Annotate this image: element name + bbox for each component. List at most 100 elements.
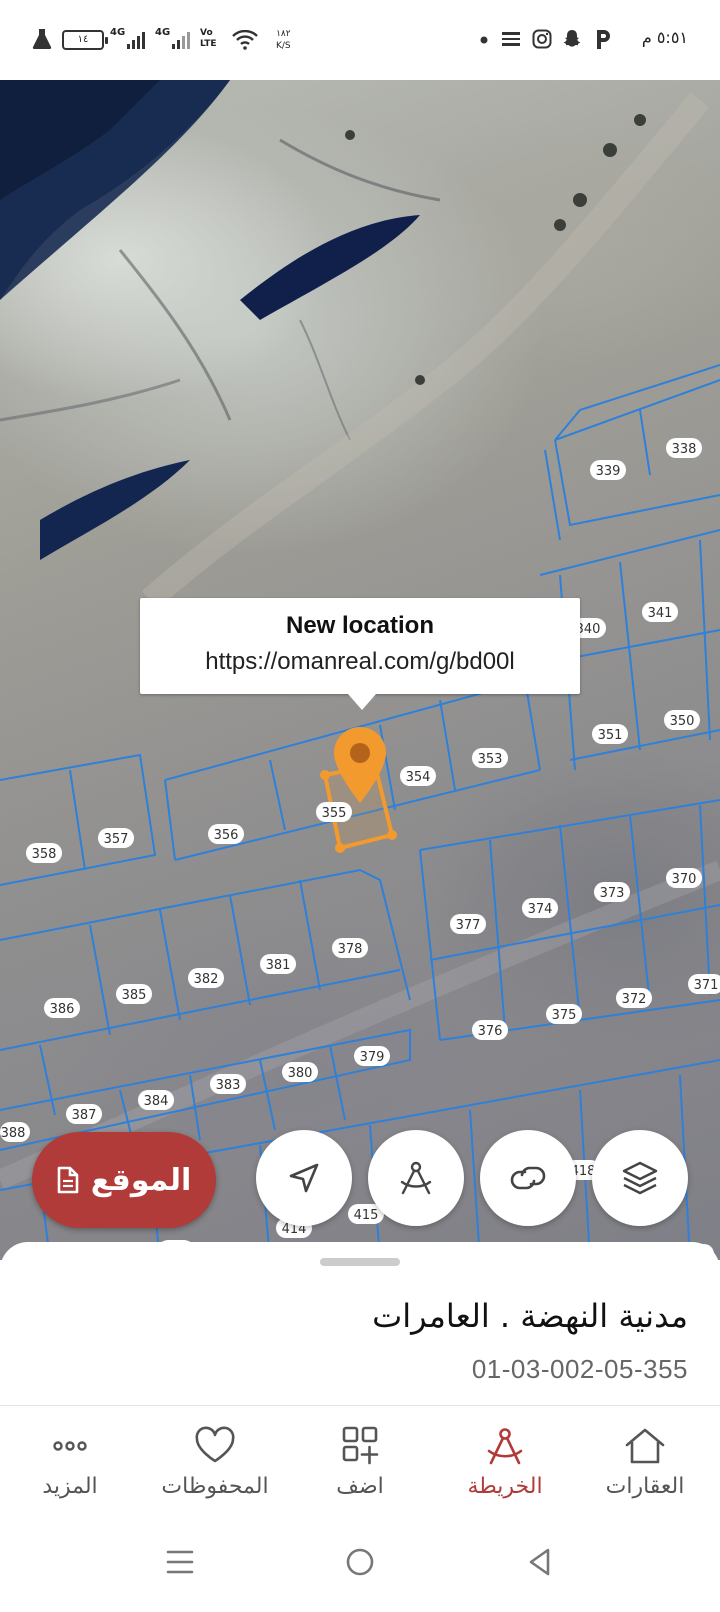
- status-bar: ١٤ 4G 4G Vo LTE ١٨٢ K/S ٥:٥١ م: [0, 0, 720, 80]
- nav-map[interactable]: الخريطة: [435, 1426, 575, 1499]
- plot-text-376: 376: [478, 1024, 503, 1039]
- nav-more[interactable]: المزيد: [0, 1426, 140, 1499]
- plot-label-370: 370: [666, 868, 702, 888]
- plot-text-373: 373: [600, 886, 625, 901]
- compass-icon: [487, 1428, 523, 1465]
- plot-text-351: 351: [598, 728, 623, 743]
- recent-apps-button[interactable]: [150, 1537, 210, 1587]
- nav-map-label: الخريطة: [467, 1474, 543, 1499]
- property-sheet[interactable]: مدنية النهضة . العامرات 01-03-002-05-355: [0, 1242, 720, 1387]
- plot-label-376: 376: [472, 1020, 508, 1040]
- plot-text-379: 379: [360, 1050, 385, 1065]
- plot-text-339: 339: [596, 464, 621, 479]
- plot-text-381: 381: [266, 958, 291, 973]
- plot-label-358: 358: [26, 843, 62, 863]
- plot-label-350: 350: [664, 710, 700, 730]
- speed-unit: K/S: [276, 41, 291, 51]
- nav-saved[interactable]: المحفوظات: [145, 1426, 285, 1499]
- navigation-arrow-icon: [289, 1163, 319, 1193]
- compass-drawing-icon: [400, 1161, 432, 1195]
- nav-properties[interactable]: العقارات: [575, 1426, 715, 1499]
- plot-text-374: 374: [528, 902, 553, 917]
- volte-indicator: Vo LTE: [200, 28, 217, 50]
- plot-label-385: 385: [116, 984, 152, 1004]
- location-button-label: الموقع: [90, 1162, 192, 1198]
- plot-text-354: 354: [406, 770, 431, 785]
- plot-text-385: 385: [122, 988, 147, 1003]
- network-label-1: 4G: [110, 27, 126, 38]
- plot-label-371: 371: [688, 974, 720, 994]
- nav-add-label: اضف: [336, 1474, 384, 1499]
- plot-label-381: 381: [260, 954, 296, 974]
- plot-label-378: 378: [332, 938, 368, 958]
- plot-label-354: 354: [400, 766, 436, 786]
- plot-text-357: 357: [104, 832, 129, 847]
- back-button[interactable]: [510, 1537, 570, 1587]
- measure-button[interactable]: [368, 1130, 464, 1226]
- property-location-title: مدنية النهضة . العامرات: [372, 1297, 688, 1335]
- plot-text-415: 415: [354, 1208, 379, 1223]
- layers-icon: [622, 1161, 658, 1195]
- heart-icon: [195, 1426, 235, 1463]
- sheet-drag-handle[interactable]: [320, 1258, 400, 1266]
- plot-text-380: 380: [288, 1066, 313, 1081]
- plot-text-338: 338: [672, 442, 697, 457]
- plot-label-380: 380: [282, 1062, 318, 1082]
- circle-home-icon: [346, 1548, 374, 1576]
- plot-text-375: 375: [552, 1008, 577, 1023]
- property-code: 01-03-002-05-355: [471, 1354, 688, 1384]
- battery-indicator: ١٤: [62, 30, 108, 50]
- plot-text-383: 383: [216, 1078, 241, 1093]
- plot-text-386: 386: [50, 1002, 75, 1017]
- layers-button[interactable]: [592, 1130, 688, 1226]
- plot-label-372: 372: [616, 988, 652, 1008]
- plot-label-386: 386: [44, 998, 80, 1018]
- plot-label-382: 382: [188, 968, 224, 988]
- location-popup[interactable]: New location https://omanreal.com/g/bd00…: [140, 598, 580, 710]
- signal-bars-icon: [127, 32, 145, 49]
- nav-properties-label: العقارات: [605, 1474, 685, 1499]
- nav-more-label: المزيد: [42, 1474, 98, 1499]
- home-icon: [625, 1428, 665, 1464]
- nav-add[interactable]: اضف: [290, 1426, 430, 1499]
- location-pin-icon[interactable]: [330, 725, 390, 805]
- speed-value: ١٨٢: [276, 29, 291, 39]
- plot-label-351: 351: [592, 724, 628, 744]
- network-label-2: 4G: [155, 27, 171, 38]
- plot-text-353: 353: [478, 752, 503, 767]
- flask-icon: [32, 29, 52, 49]
- instagram-icon: [532, 29, 552, 49]
- home-button[interactable]: [330, 1537, 390, 1587]
- snapchat-icon: [563, 30, 581, 47]
- signal-bars-icon-2: [172, 32, 190, 49]
- plot-label-387: 387: [66, 1104, 102, 1124]
- map-view[interactable]: 338 339 340 341 350 351 353 354 355 356 …: [0, 80, 720, 1260]
- system-nav-bar: [0, 1515, 720, 1612]
- link-icon: [510, 1166, 546, 1190]
- plot-text-377: 377: [456, 918, 481, 933]
- plot-text-384: 384: [144, 1094, 169, 1109]
- back-triangle-icon: [529, 1548, 550, 1576]
- screen: ١٤ 4G 4G Vo LTE ١٨٢ K/S ٥:٥١ م 338 339 3…: [0, 0, 720, 1612]
- location-button[interactable]: الموقع: [32, 1132, 216, 1228]
- plot-text-355: 355: [322, 806, 347, 821]
- plot-text-341: 341: [648, 606, 673, 621]
- wifi-icon: [232, 30, 258, 50]
- navigate-button[interactable]: [256, 1130, 352, 1226]
- nav-saved-label: المحفوظات: [161, 1474, 269, 1499]
- plot-label-356: 356: [208, 824, 244, 844]
- app-notification-icon: [502, 32, 520, 46]
- popup-title: New location: [285, 612, 435, 639]
- plot-text-370: 370: [672, 872, 697, 887]
- plot-label-383: 383: [210, 1074, 246, 1094]
- dot-icon: [480, 36, 488, 44]
- plot-label-374: 374: [522, 898, 558, 918]
- plot-text-372: 372: [622, 992, 647, 1007]
- plot-label-379: 379: [354, 1046, 390, 1066]
- clock: ٥:٥١ م: [641, 28, 688, 47]
- plot-label-338: 338: [666, 438, 702, 458]
- share-link-button[interactable]: [480, 1130, 576, 1226]
- plot-text-382: 382: [194, 972, 219, 987]
- bottom-nav: العقارات الخريطة اضف المحفوظات المزيد: [0, 1405, 720, 1515]
- popup-url[interactable]: https://omanreal.com/g/bd00l: [140, 648, 580, 676]
